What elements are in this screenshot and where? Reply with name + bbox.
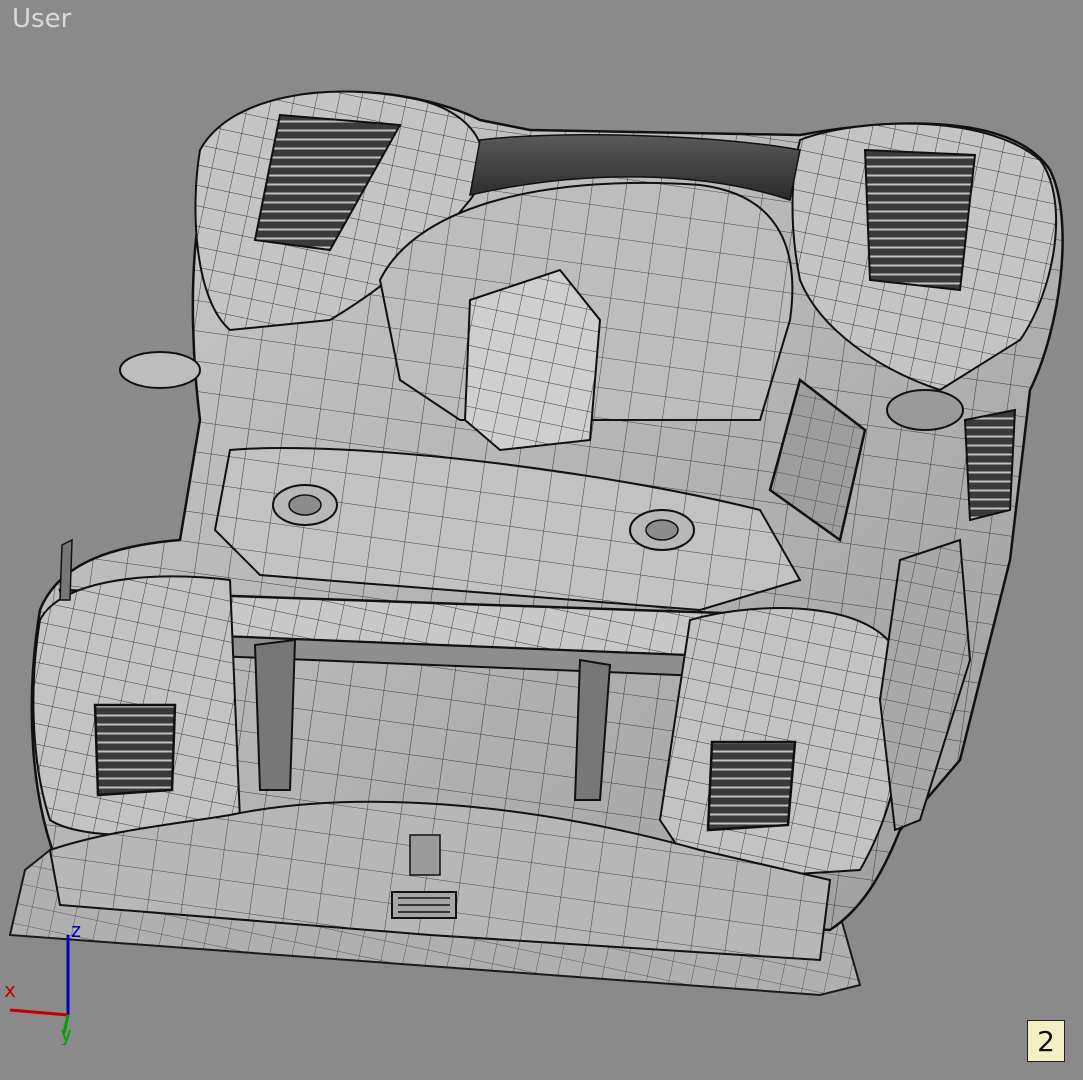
x-axis-line [9,1008,69,1017]
z-axis-label: z [70,918,82,942]
fuel-cap-left-icon [272,484,338,526]
y-axis-label: y [60,1022,72,1045]
viewport-number-badge: 2 [1027,1020,1065,1062]
x-axis-label: x [4,978,16,1002]
car-wireframe-model[interactable] [0,0,1083,1080]
3d-viewport[interactable]: User z x y 2 [0,0,1083,1080]
axis-gizmo: z x y [4,918,82,1045]
fuel-cap-right-icon [629,509,695,551]
